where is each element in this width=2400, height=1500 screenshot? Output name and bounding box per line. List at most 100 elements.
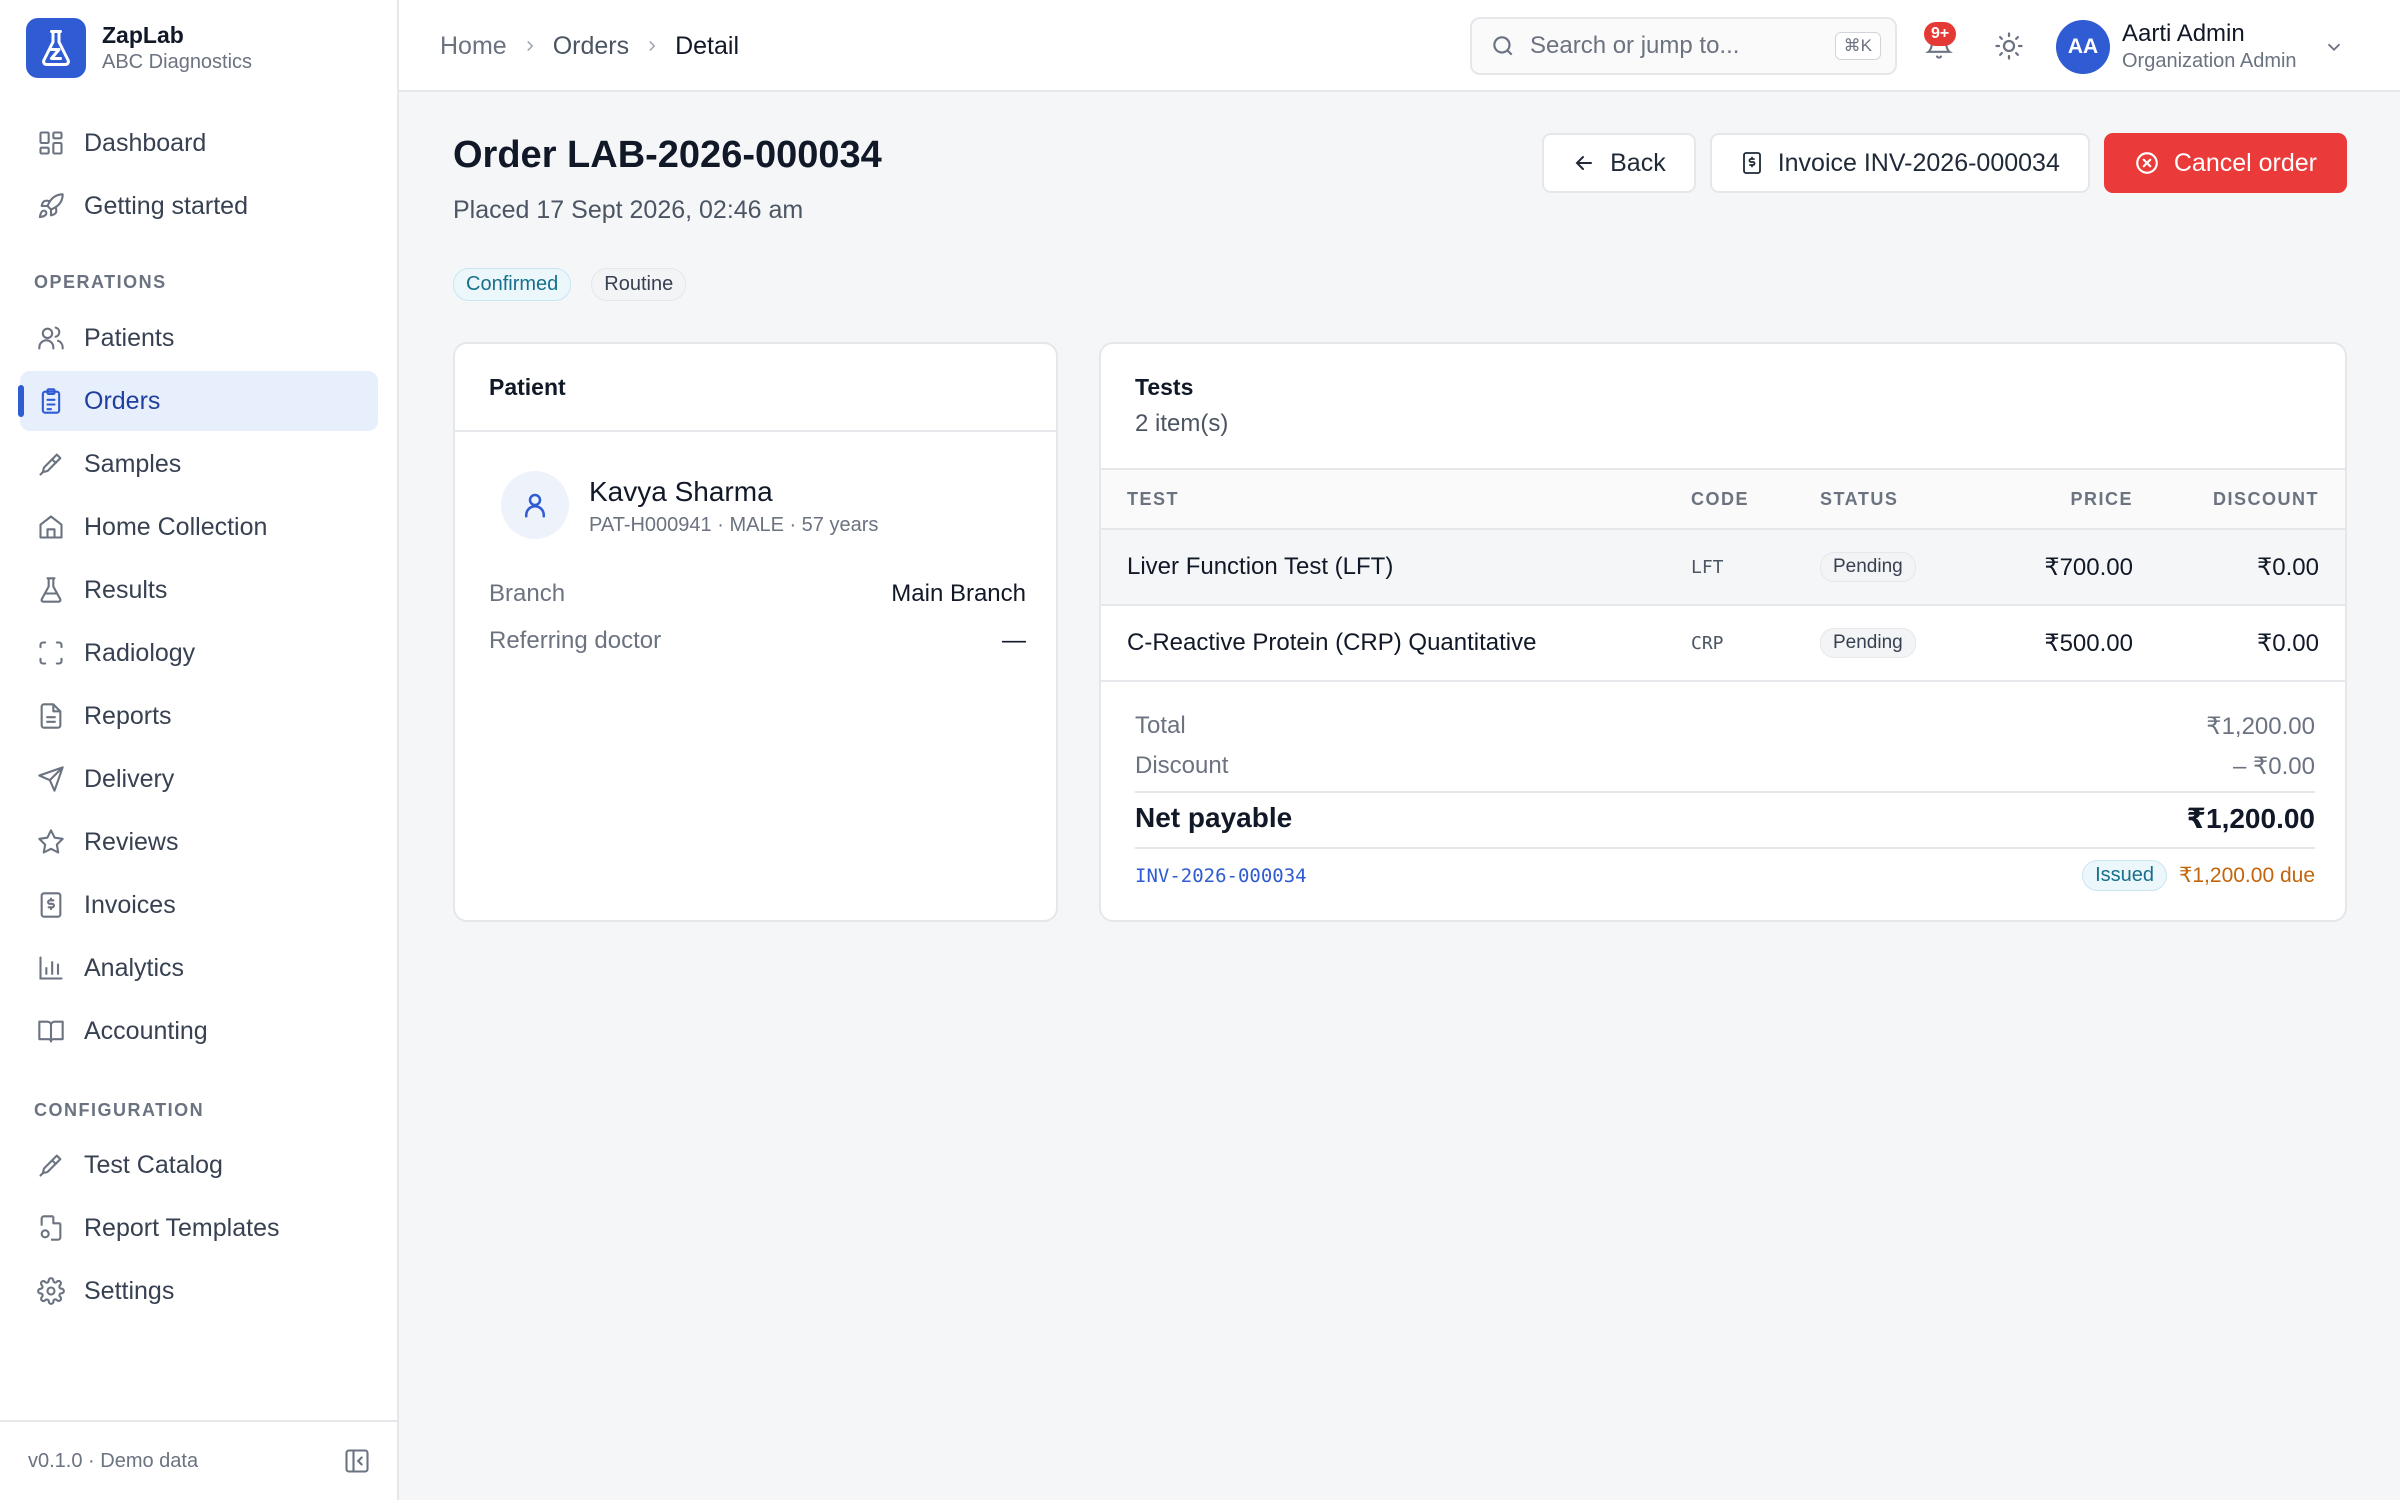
sidebar-item-label: Settings <box>84 1276 175 1305</box>
receipt-icon <box>1740 151 1764 175</box>
breadcrumb-current: Detail <box>675 31 740 60</box>
invoice-link[interactable]: INV-2026-000034 <box>1135 865 1307 887</box>
sidebar-item-home-collection[interactable]: Home Collection <box>20 497 378 557</box>
sidebar-item-settings[interactable]: Settings <box>20 1261 378 1321</box>
sidebar-item-label: Getting started <box>84 191 248 220</box>
clipboard-icon <box>36 386 66 416</box>
chevron-right-icon <box>643 37 661 55</box>
col-discount: DISCOUNT <box>2213 488 2319 509</box>
back-button[interactable]: Back <box>1542 133 1696 193</box>
test-discount: ₹0.00 <box>2257 629 2319 657</box>
table-row[interactable]: Liver Function Test (LFT) LFT Pending ₹7… <box>1101 530 2345 606</box>
patient-meta: PAT-H000941 · MALE · 57 years <box>589 514 879 536</box>
sidebar-item-label: Reports <box>84 701 172 730</box>
sidebar-item-radiology[interactable]: Radiology <box>20 623 378 683</box>
search-input[interactable]: Search or jump to... ⌘K <box>1470 17 1897 75</box>
cancel-order-button[interactable]: Cancel order <box>2103 133 2347 193</box>
sidebar-item-report-templates[interactable]: Report Templates <box>20 1198 378 1258</box>
sidebar-footer: v0.1.0 · Demo data <box>0 1420 397 1500</box>
sidebar-item-label: Delivery <box>84 764 175 793</box>
sidebar-item-analytics[interactable]: Analytics <box>20 938 378 998</box>
col-price: PRICE <box>2070 488 2133 509</box>
invoice-button[interactable]: Invoice INV-2026-000034 <box>1709 133 2090 193</box>
sidebar-item-label: Dashboard <box>84 128 207 157</box>
flask-icon <box>36 575 66 605</box>
patient-name[interactable]: Kavya Sharma <box>589 476 773 508</box>
rocket-icon <box>36 191 66 221</box>
section-label-configuration: CONFIGURATION <box>34 1100 205 1120</box>
users-icon <box>36 323 66 353</box>
sun-icon <box>1994 31 2024 61</box>
sidebar-item-test-catalog[interactable]: Test Catalog <box>20 1135 378 1195</box>
sidebar-item-label: Test Catalog <box>84 1150 223 1179</box>
test-price: ₹700.00 <box>2044 553 2133 581</box>
user-role: Organization Admin <box>2122 50 2297 72</box>
flask-logo-icon <box>26 18 86 78</box>
book-icon <box>36 1016 66 1046</box>
table-row[interactable]: C-Reactive Protein (CRP) Quantitative CR… <box>1101 606 2345 682</box>
invoice-status-badge: Issued <box>2082 860 2168 891</box>
version-text: v0.1.0 · Demo data <box>28 1449 199 1472</box>
referring-doctor-row: Referring doctor — <box>489 627 1026 655</box>
sidebar-item-label: Accounting <box>84 1016 208 1045</box>
user-menu[interactable]: AA Aarti Admin Organization Admin <box>2056 18 2345 76</box>
net-payable-label: Net payable <box>1135 802 1293 833</box>
test-discount: ₹0.00 <box>2257 553 2319 581</box>
sidebar-item-reports[interactable]: Reports <box>20 686 378 746</box>
gear-icon <box>36 1276 66 1306</box>
divider <box>1135 847 2315 849</box>
net-payable-value: ₹1,200.00 <box>2186 803 2315 834</box>
discount-value: – ₹0.00 <box>2233 753 2315 780</box>
page-title: Order LAB-2026-000034 <box>453 134 882 176</box>
sidebar-item-label: Reviews <box>84 827 179 856</box>
theme-toggle-button[interactable] <box>1987 24 2031 68</box>
sidebar-item-patients[interactable]: Patients <box>20 308 378 368</box>
referring-doctor-value: — <box>1002 627 1026 654</box>
total-value: ₹1,200.00 <box>2206 713 2315 740</box>
scan-icon <box>36 638 66 668</box>
sidebar-item-label: Results <box>84 575 168 604</box>
sidebar-item-label: Analytics <box>84 953 185 982</box>
file-settings-icon <box>36 1213 66 1243</box>
sidebar-item-reviews[interactable]: Reviews <box>20 812 378 872</box>
sidebar-item-label: Home Collection <box>84 512 268 541</box>
x-circle-icon <box>2134 150 2160 176</box>
breadcrumb-orders[interactable]: Orders <box>553 32 629 61</box>
sidebar-item-samples[interactable]: Samples <box>20 434 378 494</box>
sidebar-item-label: Samples <box>84 449 182 478</box>
order-badges: Confirmed Routine <box>453 268 687 301</box>
discount-label: Discount <box>1135 752 1229 779</box>
status-badge: Confirmed <box>453 268 572 301</box>
chevron-right-icon <box>521 37 539 55</box>
search-placeholder: Search or jump to... <box>1530 32 1740 59</box>
test-name: C-Reactive Protein (CRP) Quantitative <box>1127 629 1537 656</box>
back-label: Back <box>1610 148 1666 177</box>
branch-value: Main Branch <box>891 580 1026 607</box>
sidebar-item-delivery[interactable]: Delivery <box>20 749 378 809</box>
branch-row: Branch Main Branch <box>489 580 1026 608</box>
dashboard-icon <box>36 128 66 158</box>
sidebar-item-accounting[interactable]: Accounting <box>20 1001 378 1061</box>
discount-row: Discount – ₹0.00 <box>1135 752 2315 781</box>
pipette-icon <box>36 449 66 479</box>
avatar: AA <box>2056 20 2110 74</box>
sidebar-item-invoices[interactable]: Invoices <box>20 875 378 935</box>
total-row: Total ₹1,200.00 <box>1135 712 2315 741</box>
invoice-due: ₹1,200.00 due <box>2179 864 2315 887</box>
user-name: Aarti Admin <box>2122 20 2245 47</box>
sidebar-item-getting-started[interactable]: Getting started <box>20 176 378 236</box>
sidebar-item-dashboard[interactable]: Dashboard <box>20 113 378 173</box>
sidebar-item-results[interactable]: Results <box>20 560 378 620</box>
placed-timestamp: Placed 17 Sept 2026, 02:46 am <box>453 196 804 224</box>
brand[interactable]: ZapLab ABC Diagnostics <box>26 18 252 78</box>
tests-card: Tests 2 item(s) TEST CODE STATUS PRICE D… <box>1099 342 2347 922</box>
test-price: ₹500.00 <box>2044 629 2133 657</box>
user-icon <box>501 471 569 539</box>
breadcrumb-home[interactable]: Home <box>440 32 507 61</box>
tests-table-header: TEST CODE STATUS PRICE DISCOUNT <box>1101 468 2345 530</box>
send-icon <box>36 764 66 794</box>
collapse-sidebar-icon[interactable] <box>343 1447 371 1475</box>
sidebar-item-orders[interactable]: Orders <box>18 371 378 431</box>
arrow-left-icon <box>1572 151 1596 175</box>
star-icon <box>36 827 66 857</box>
